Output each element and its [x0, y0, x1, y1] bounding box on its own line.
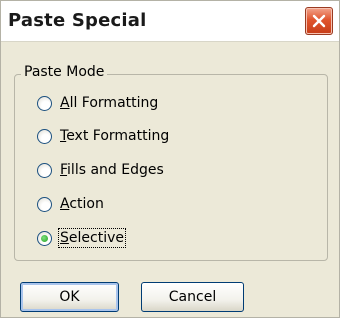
radio-label: All Formatting [60, 95, 159, 111]
paste-special-dialog: Paste Special Paste Mode All Formatting … [0, 0, 340, 318]
title-bar[interactable]: Paste Special [1, 1, 339, 42]
close-button[interactable] [305, 7, 333, 35]
radio-text-formatting[interactable]: Text Formatting [37, 125, 169, 147]
radio-button[interactable] [37, 95, 52, 111]
radio-label: Action [60, 196, 104, 212]
radio-label: Selective [58, 228, 126, 248]
radio-all-formatting[interactable]: All Formatting [37, 92, 158, 114]
radio-label: Text Formatting [60, 128, 170, 144]
radio-button[interactable] [37, 162, 52, 178]
paste-mode-legend: Paste Mode [21, 64, 108, 80]
radio-button[interactable] [37, 196, 52, 212]
radio-action[interactable]: Action [37, 193, 104, 215]
radio-button[interactable] [37, 128, 52, 144]
radio-button-selected[interactable] [37, 230, 52, 246]
radio-fills-and-edges[interactable]: Fills and Edges [37, 159, 164, 181]
cancel-button[interactable]: Cancel [141, 282, 244, 312]
ok-button[interactable]: OK [20, 282, 119, 312]
dialog-title: Paste Special [8, 10, 147, 31]
radio-selective[interactable]: Selective [37, 227, 126, 249]
close-icon [312, 14, 326, 28]
radio-label: Fills and Edges [60, 162, 164, 178]
